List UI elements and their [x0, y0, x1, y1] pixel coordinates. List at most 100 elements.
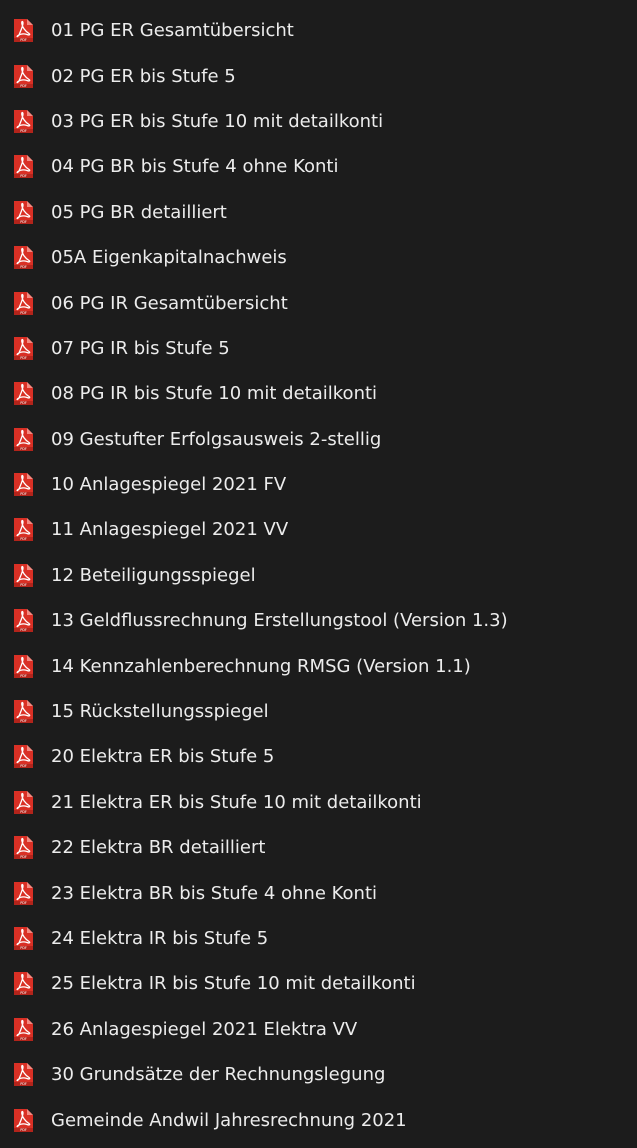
file-item[interactable]: PDF 21 Elektra ER bis Stufe 10 mit detail… [0, 780, 637, 825]
pdf-file-icon: PDF [14, 155, 33, 179]
pdf-file-icon: PDF [14, 790, 33, 814]
file-label: 25 Elektra IR bis Stufe 10 mit detailkon… [51, 973, 416, 995]
pdf-file-icon: PDF [14, 1017, 33, 1041]
pdf-file-icon: PDF [14, 473, 33, 497]
svg-text:PDF: PDF [20, 38, 27, 42]
svg-text:PDF: PDF [20, 583, 27, 587]
svg-text:PDF: PDF [20, 628, 27, 632]
file-label: 26 Anlagespiegel 2021 Elektra VV [51, 1018, 358, 1040]
file-item[interactable]: PDF 26 Anlagespiegel 2021 Elektra VV [0, 1007, 637, 1052]
file-label: 06 PG IR Gesamtübersicht [51, 292, 288, 314]
svg-text:PDF: PDF [20, 84, 27, 88]
svg-text:PDF: PDF [20, 1082, 27, 1086]
file-label: 09 Gestufter Erfolgsausweis 2-stellig [51, 428, 382, 450]
file-item[interactable]: PDF 02 PG ER bis Stufe 5 [0, 53, 637, 98]
svg-text:PDF: PDF [20, 538, 27, 542]
svg-text:PDF: PDF [20, 1128, 27, 1132]
file-label: 11 Anlagespiegel 2021 VV [51, 519, 289, 541]
svg-text:PDF: PDF [20, 402, 27, 406]
file-label: 13 Geldflussrechnung Erstellungstool (Ve… [51, 610, 508, 632]
file-label: 02 PG ER bis Stufe 5 [51, 65, 236, 87]
pdf-file-icon: PDF [14, 745, 33, 769]
pdf-file-icon: PDF [14, 109, 33, 133]
file-item[interactable]: PDF Gemeinde Andwil Jahresrechnung 2021 [0, 1097, 637, 1142]
file-item[interactable]: PDF 15 Rückstellungsspiegel [0, 689, 637, 734]
file-list: PDF 01 PG ER Gesamtübersicht PDF 02 PG ER … [0, 0, 637, 1148]
file-item[interactable]: PDF 30 Grundsätze der Rechnungslegung [0, 1052, 637, 1097]
file-label: 23 Elektra BR bis Stufe 4 ohne Konti [51, 882, 378, 904]
pdf-file-icon: PDF [14, 927, 33, 950]
svg-text:PDF: PDF [20, 1037, 27, 1041]
file-item[interactable]: PDF 06 PG IR Gesamtübersicht [0, 280, 637, 325]
svg-text:PDF: PDF [20, 492, 27, 496]
svg-text:PDF: PDF [20, 311, 27, 315]
file-item[interactable]: PDF 05 PG BR detailliert [0, 190, 637, 235]
file-item[interactable]: PDF 03 PG ER bis Stufe 10 mit detailkonti [0, 99, 637, 144]
file-label: 07 PG IR bis Stufe 5 [51, 337, 230, 359]
file-item[interactable]: PDF 24 Elektra IR bis Stufe 5 [0, 916, 637, 961]
svg-text:PDF: PDF [20, 356, 27, 360]
file-label: 01 PG ER Gesamtübersicht [51, 20, 294, 42]
pdf-file-icon: PDF [14, 1108, 33, 1132]
file-label: 30 Grundsätze der Rechnungslegung [51, 1064, 386, 1086]
file-item[interactable]: PDF 01 PG ER Gesamtübersicht [0, 8, 637, 53]
file-item[interactable]: PDF 14 Kennzahlenberechnung RMSG (Version… [0, 643, 637, 688]
file-label: 04 PG BR bis Stufe 4 ohne Konti [51, 156, 339, 178]
pdf-file-icon: PDF [14, 881, 33, 905]
pdf-file-icon: PDF [14, 427, 33, 451]
file-label: 22 Elektra BR detailliert [51, 837, 266, 859]
file-label: 12 Beteiligungsspiegel [51, 564, 256, 586]
pdf-file-icon: PDF [14, 200, 33, 224]
file-item[interactable]: PDF 07 PG IR bis Stufe 5 [0, 326, 637, 371]
pdf-file-icon: PDF [14, 382, 33, 406]
pdf-file-icon: PDF [14, 518, 33, 542]
pdf-file-icon: PDF [14, 19, 33, 43]
file-item[interactable]: PDF 09 Gestufter Erfolgsausweis 2-stellig [0, 417, 637, 462]
svg-text:PDF: PDF [20, 220, 27, 224]
pdf-file-icon: PDF [14, 609, 33, 633]
file-label: 05A Eigenkapitalnachweis [51, 247, 287, 269]
svg-text:PDF: PDF [20, 765, 27, 769]
pdf-file-icon: PDF [14, 654, 33, 678]
pdf-file-icon: PDF [14, 246, 33, 270]
svg-text:PDF: PDF [20, 447, 27, 451]
file-item[interactable]: PDF 13 Geldflussrechnung Erstellungstool … [0, 598, 637, 643]
pdf-file-icon: PDF [14, 836, 33, 860]
svg-text:PDF: PDF [20, 946, 27, 950]
pdf-file-icon: PDF [14, 700, 33, 724]
file-label: 20 Elektra ER bis Stufe 5 [51, 746, 275, 768]
file-label: 21 Elektra ER bis Stufe 10 mit detailkon… [51, 791, 422, 813]
file-item[interactable]: PDF 20 Elektra ER bis Stufe 5 [0, 734, 637, 779]
svg-text:PDF: PDF [20, 855, 27, 859]
svg-text:PDF: PDF [20, 901, 27, 905]
pdf-file-icon: PDF [14, 1063, 33, 1087]
svg-text:PDF: PDF [20, 719, 27, 723]
file-label: Gemeinde Andwil Jahresrechnung 2021 [51, 1109, 407, 1131]
svg-text:PDF: PDF [20, 265, 27, 269]
svg-text:PDF: PDF [20, 129, 27, 133]
file-label: 15 Rückstellungsspiegel [51, 701, 269, 723]
svg-text:PDF: PDF [20, 175, 27, 179]
file-item[interactable]: PDF 22 Elektra BR detailliert [0, 825, 637, 870]
pdf-file-icon: PDF [14, 972, 33, 996]
svg-text:PDF: PDF [20, 810, 27, 814]
file-label: 10 Anlagespiegel 2021 FV [51, 474, 287, 496]
pdf-file-icon: PDF [14, 563, 33, 587]
file-item[interactable]: PDF 05A Eigenkapitalnachweis [0, 235, 637, 280]
file-item[interactable]: PDF 10 Anlagespiegel 2021 FV [0, 462, 637, 507]
pdf-file-icon: PDF [14, 64, 33, 88]
file-item[interactable]: PDF 23 Elektra BR bis Stufe 4 ohne Konti [0, 870, 637, 915]
file-label: 03 PG ER bis Stufe 10 mit detailkonti [51, 110, 384, 132]
file-item[interactable]: PDF 04 PG BR bis Stufe 4 ohne Konti [0, 144, 637, 189]
file-label: 14 Kennzahlenberechnung RMSG (Version 1.… [51, 655, 471, 677]
file-item[interactable]: PDF 11 Anlagespiegel 2021 VV [0, 507, 637, 552]
file-item[interactable]: PDF 12 Beteiligungsspiegel [0, 553, 637, 598]
file-label: 24 Elektra IR bis Stufe 5 [51, 928, 269, 949]
file-item[interactable]: PDF 25 Elektra IR bis Stufe 10 mit detail… [0, 961, 637, 1006]
svg-text:PDF: PDF [20, 674, 27, 678]
file-item[interactable]: PDF 08 PG IR bis Stufe 10 mit detailkonti [0, 371, 637, 416]
file-label: 05 PG BR detailliert [51, 201, 227, 223]
pdf-file-icon: PDF [14, 291, 33, 315]
svg-text:PDF: PDF [20, 992, 27, 996]
pdf-file-icon: PDF [14, 336, 33, 360]
